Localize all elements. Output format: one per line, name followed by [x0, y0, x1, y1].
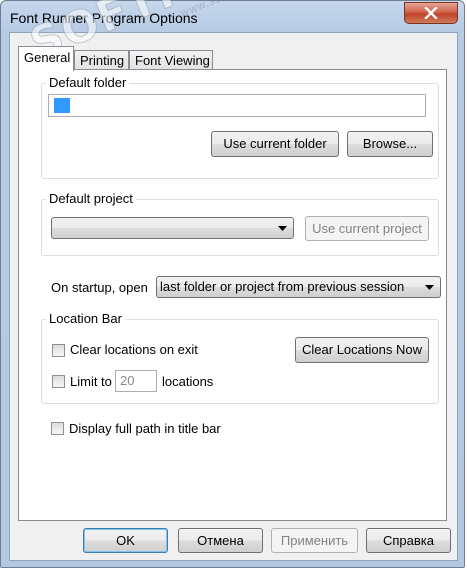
close-icon: [424, 7, 438, 19]
tab-general[interactable]: General: [18, 46, 74, 71]
default-project-group: Default project Use current project: [41, 191, 439, 256]
dialog-window: Font Runner Program Options General Prin…: [0, 0, 465, 568]
general-tab-panel: Default folder Use current folder Browse…: [18, 69, 447, 521]
limit-count-input[interactable]: 20: [115, 370, 157, 392]
default-folder-label: Default folder: [46, 75, 130, 90]
on-startup-label: On startup, open: [51, 280, 148, 295]
location-bar-label: Location Bar: [46, 311, 125, 326]
title-bar[interactable]: Font Runner Program Options: [1, 1, 464, 35]
limit-to-checkbox[interactable]: [52, 375, 65, 388]
use-current-folder-button[interactable]: Use current folder: [211, 131, 339, 157]
on-startup-dropdown[interactable]: last folder or project from previous ses…: [156, 276, 441, 298]
tab-strip: General Printing Font Viewing: [18, 46, 438, 71]
default-folder-input[interactable]: [48, 94, 426, 117]
dialog-client-area: General Printing Font Viewing Default fo…: [9, 32, 458, 561]
cancel-button[interactable]: Отмена: [178, 528, 263, 553]
help-button[interactable]: Справка: [366, 528, 451, 553]
display-full-path-label: Display full path in title bar: [69, 421, 221, 436]
tab-printing[interactable]: Printing: [74, 50, 129, 70]
ok-button[interactable]: OK: [83, 528, 168, 553]
clear-on-exit-checkbox[interactable]: [52, 344, 65, 357]
window-title: Font Runner Program Options: [10, 10, 198, 26]
limit-to-label: Limit to: [70, 374, 112, 389]
tab-font-viewing[interactable]: Font Viewing: [129, 50, 213, 70]
close-button[interactable]: [404, 2, 458, 24]
display-full-path-checkbox[interactable]: [51, 422, 64, 435]
chevron-down-icon: [425, 285, 434, 290]
clear-locations-now-button[interactable]: Clear Locations Now: [295, 337, 429, 363]
default-folder-group: Default folder Use current folder Browse…: [41, 75, 439, 179]
location-bar-group: Location Bar Clear locations on exit Cle…: [41, 311, 439, 404]
apply-button[interactable]: Применить: [271, 528, 358, 553]
use-current-project-button[interactable]: Use current project: [305, 216, 429, 241]
default-project-label: Default project: [46, 191, 136, 206]
text-selection-highlight: [54, 98, 70, 113]
clear-on-exit-label: Clear locations on exit: [70, 342, 198, 357]
locations-label: locations: [162, 374, 214, 389]
default-project-dropdown[interactable]: [51, 217, 294, 239]
on-startup-value: last folder or project from previous ses…: [160, 279, 405, 294]
browse-button[interactable]: Browse...: [347, 131, 433, 157]
chevron-down-icon: [278, 226, 287, 231]
